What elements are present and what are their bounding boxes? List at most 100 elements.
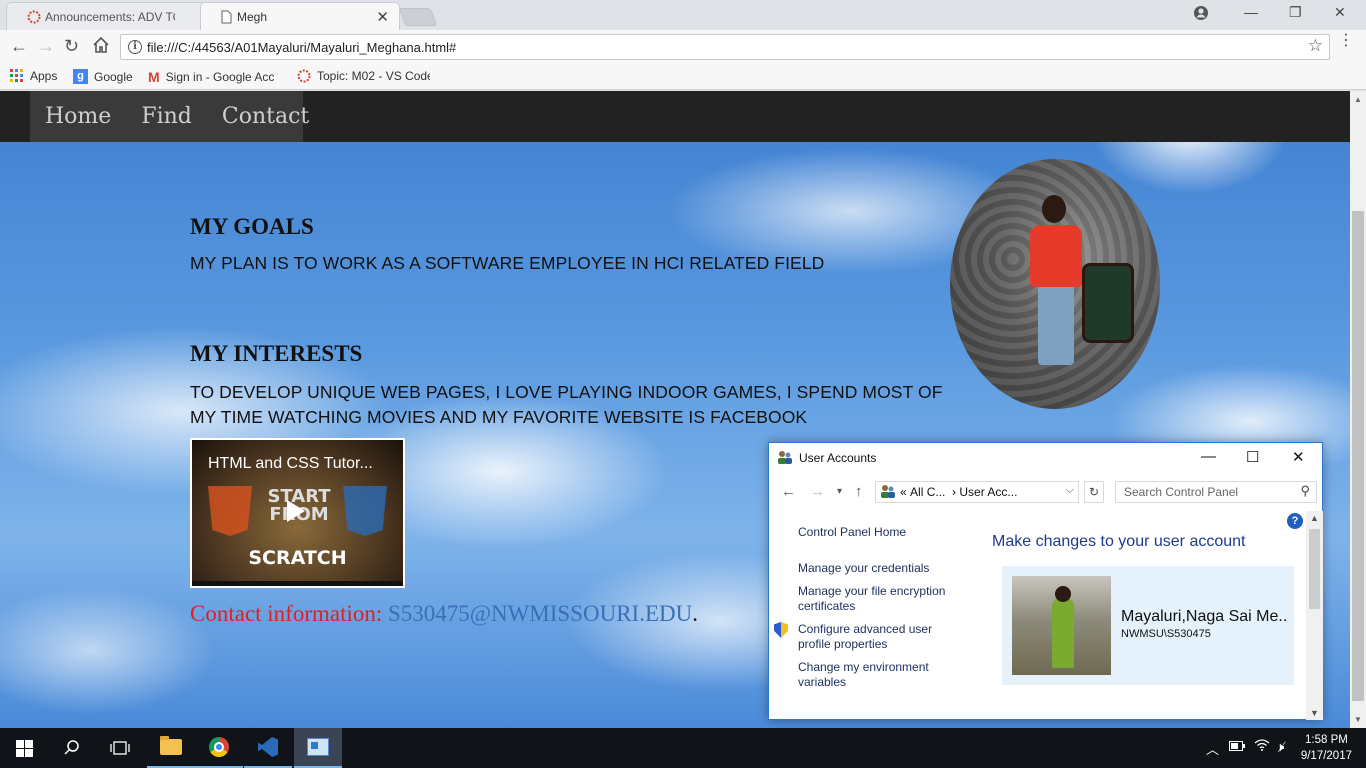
photo-chair [1082,263,1134,343]
uac-shield-icon [774,622,788,638]
minimize-icon[interactable]: — [1201,448,1216,465]
minimize-icon[interactable]: — [1244,4,1258,20]
tab-megh[interactable]: Megh ✕ [200,2,400,30]
forward-icon[interactable]: → [37,37,55,55]
user-accounts-icon [777,450,793,467]
video-progress-bar [192,581,403,586]
link-control-panel-home[interactable]: Control Panel Home [798,525,968,540]
user-accounts-window: User Accounts — ☐ ✕ ← → ▾ ↑ « All C... ›… [768,442,1323,720]
task-view-button[interactable] [96,728,144,768]
link-environment-variables[interactable]: Change my environment variables [798,660,968,690]
window-scrollbar[interactable]: ▲ ▼ [1306,511,1323,720]
back-icon[interactable]: ← [10,37,28,55]
link-manage-credentials[interactable]: Manage your credentials [798,561,968,576]
new-tab-button[interactable] [398,8,438,26]
account-icon[interactable] [1193,5,1209,24]
nav-contact[interactable]: Contact [222,104,309,129]
home-icon[interactable] [92,36,110,57]
maximize-icon[interactable]: ☐ [1246,448,1259,466]
help-icon[interactable]: ? [1287,513,1303,529]
user-name: Mayaluri,Naga Sai Me... [1121,608,1286,625]
play-icon[interactable] [287,500,305,522]
bookmark-apps[interactable]: Apps [10,69,57,83]
battery-icon[interactable] [1229,739,1245,754]
scrollbar-thumb[interactable] [1309,529,1320,609]
tab-announcements[interactable]: Announcements: ADV TO ✕ [6,2,206,30]
taskbar-control-panel[interactable] [294,728,342,768]
bookmark-google[interactable]: g Google [73,69,133,84]
reload-icon[interactable]: ↻ [64,37,79,55]
bookmark-label: Sign in - Google Acc [165,70,275,84]
breadcrumb-separator: › [952,485,957,499]
breadcrumb-user-accounts[interactable]: User Acc... [959,485,1017,499]
interests-text: TO DEVELOP UNIQUE WEB PAGES, I LOVE PLAY… [190,382,943,427]
clock[interactable]: 1:58 PM 9/17/2017 [1301,732,1352,764]
window-titlebar[interactable]: User Accounts — ☐ ✕ [769,443,1322,474]
site-navbar: Home Find Contact [0,91,1350,142]
scrollbar-thumb[interactable] [1352,211,1364,701]
wifi-icon[interactable] [1254,739,1270,754]
goals-text: MY PLAN IS TO WORK AS A SOFTWARE EMPLOYE… [190,253,825,273]
visual-studio-icon [258,737,278,757]
explorer-address-bar: ← → ▾ ↑ « All C... › User Acc... ⌵ ↻ Sea… [769,474,1322,511]
volume-muted-icon[interactable]: 🕨̸ [1276,739,1284,755]
video-title[interactable]: HTML and CSS Tutor... [208,455,373,473]
avatar[interactable] [1012,576,1111,675]
nav-find[interactable]: Find [141,104,192,129]
menu-icon[interactable]: ⋮ [1338,33,1354,49]
start-button[interactable] [0,728,48,768]
photo-person-head [1042,195,1066,223]
restore-icon[interactable]: ❐ [1289,4,1302,21]
page-scrollbar[interactable]: ▲ ▼ [1350,91,1366,728]
scroll-up-icon[interactable]: ▲ [1310,513,1319,523]
avatar-head [1055,586,1071,602]
interests-heading: MY INTERESTS [190,341,363,366]
taskbar-vscode[interactable] [244,728,292,768]
taskbar-file-explorer[interactable] [147,728,195,768]
site-nav-links: Home Find Contact [30,91,309,142]
up-icon[interactable]: ↑ [855,483,863,500]
profile-photo [950,159,1160,409]
address-bar[interactable]: i file:///C:/44563/A01Mayaluri/Mayaluri_… [120,34,1330,60]
window-title: User Accounts [799,451,877,465]
refresh-icon[interactable]: ↻ [1084,481,1104,503]
window-content: Control Panel Home Manage your credentia… [769,511,1306,720]
scroll-down-icon[interactable]: ▼ [1354,715,1362,724]
breadcrumb-all-control-panel[interactable]: All C... [910,485,945,499]
search-button[interactable] [48,728,96,768]
search-icon[interactable]: ⚲ [1300,483,1310,499]
css3-badge-icon [343,486,387,536]
contact-email-link[interactable]: S530475@NWMISSOURI.EDU [388,601,692,626]
folder-icon [160,736,182,755]
link-manage-encryption[interactable]: Manage your file encryption certificates [798,584,968,614]
nav-home[interactable]: Home [45,104,111,129]
scroll-down-icon[interactable]: ▼ [1310,708,1319,718]
close-window-icon[interactable]: ✕ [1334,4,1346,21]
close-icon[interactable]: ✕ [1292,448,1305,466]
scroll-up-icon[interactable]: ▲ [1354,95,1362,104]
show-hidden-icons[interactable]: ︿ [1206,739,1219,758]
browser-tab-strip: Announcements: ADV TO ✕ Megh ✕ — ❐ ✕ [0,0,1366,30]
star-icon[interactable]: ☆ [1308,36,1323,56]
video-embed[interactable]: START FROM SCRATCH HTML and CSS Tutor... [190,438,405,588]
search-input[interactable]: Search Control Panel ⚲ [1115,481,1317,503]
taskbar-chrome[interactable] [195,728,243,768]
bookmark-topic[interactable]: Topic: M02 - VS Code [297,69,430,83]
link-configure-profile[interactable]: Configure advanced user profile properti… [774,622,968,652]
contact-period: . [692,601,698,626]
chevron-down-icon[interactable]: ⌵ [1066,484,1074,497]
breadcrumb[interactable]: « All C... › User Acc... ⌵ [875,481,1079,503]
info-icon[interactable]: i [128,40,142,54]
windows-logo-icon [15,739,33,757]
html5-badge-icon [208,486,252,536]
bookmark-gmail[interactable]: M Sign in - Google Acc [148,69,281,85]
breadcrumb-overflow[interactable]: « [900,485,907,499]
forward-icon[interactable]: → [810,483,825,500]
close-icon[interactable]: ✕ [376,8,389,26]
apps-grid-icon [10,69,23,82]
recent-locations-icon[interactable]: ▾ [837,486,842,497]
task-view-icon [110,741,130,755]
bookmark-label: Apps [30,69,58,83]
bookmark-label: Topic: M02 - VS Code [317,69,430,83]
back-icon[interactable]: ← [781,483,796,500]
